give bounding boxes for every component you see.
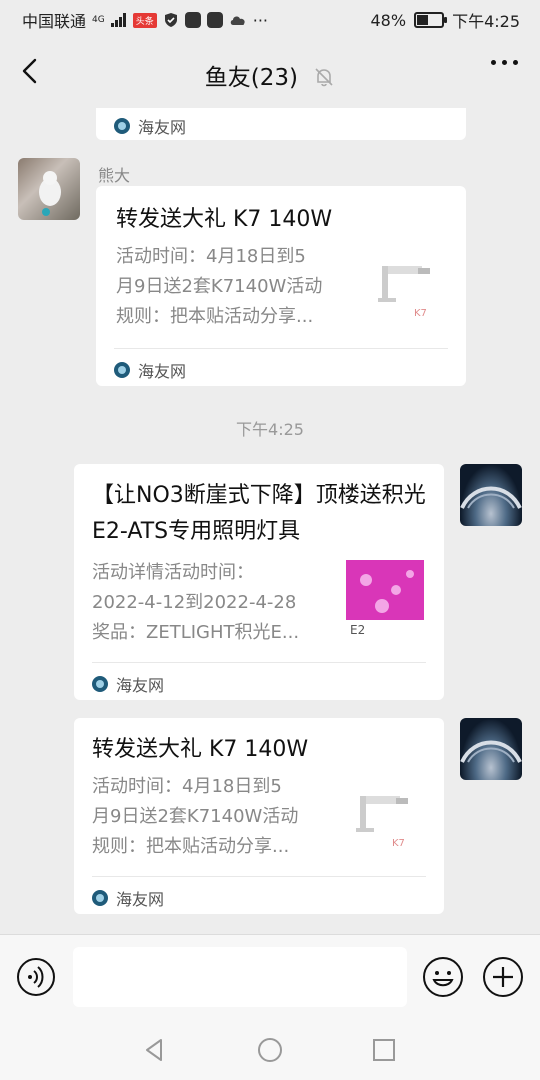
- network-type: 4G: [92, 14, 105, 25]
- nav-back-icon[interactable]: [140, 1036, 168, 1064]
- message-input[interactable]: [73, 947, 407, 1007]
- chat-screen: 中国联通 4G 头条 ··· 48% 下午4:25 鱼友(23) 海友网 熊大 …: [0, 0, 540, 1080]
- source-name: 海友网: [116, 676, 165, 695]
- card-source: 海友网: [92, 886, 164, 910]
- message-timestamp: 下午4:25: [236, 420, 304, 439]
- plus-circle-icon[interactable]: [482, 956, 524, 998]
- message-list[interactable]: 海友网 熊大 转发送大礼 K7 140W 活动时间：4月18日到5 月9日送2套…: [0, 108, 540, 934]
- shield-icon: [164, 13, 177, 27]
- lamp-thumbnail-image: K7: [352, 780, 430, 858]
- bell-off-icon: [315, 68, 333, 87]
- card-description: 活动详情活动时间： 2022-4-12到2022-4-28 奖品：ZETLIGH…: [92, 562, 300, 643]
- battery-percent: 48%: [370, 10, 407, 30]
- chat-header: 鱼友(23): [0, 36, 540, 108]
- source-logo-icon: [114, 118, 130, 134]
- lamp-thumbnail-image: K7: [374, 250, 452, 328]
- nav-home-icon[interactable]: [256, 1036, 284, 1064]
- card-source: 海友网: [92, 672, 164, 696]
- link-card[interactable]: 【让NO3断崖式下降】顶楼送积光E2-ATS专用照明灯具 活动详情活动时间： 2…: [74, 464, 444, 700]
- card-title: 【让NO3断崖式下降】顶楼送积光E2-ATS专用照明灯具: [92, 483, 426, 544]
- card-source: 海友网: [114, 358, 186, 382]
- carrier-name: 中国联通: [22, 12, 87, 31]
- source-logo-icon: [92, 676, 108, 692]
- chat-title: 鱼友(23): [204, 65, 298, 91]
- card-title: 转发送大礼 K7 140W: [116, 207, 333, 232]
- nav-recent-icon[interactable]: [370, 1036, 398, 1064]
- voice-icon[interactable]: [16, 957, 56, 997]
- card-source: 海友网: [114, 114, 186, 138]
- status-time: 下午4:25: [452, 12, 520, 31]
- bridge-avatar-image: [460, 740, 522, 763]
- status-bar: 中国联通 4G 头条 ··· 48% 下午4:25: [0, 0, 540, 36]
- svg-text:E2: E2: [350, 623, 365, 637]
- signal-icon: [110, 13, 126, 27]
- bridge-avatar-image: [460, 486, 522, 509]
- app-notification-icon: [184, 12, 201, 28]
- source-name: 海友网: [138, 118, 187, 137]
- source-logo-icon: [92, 890, 108, 906]
- source-logo-icon: [114, 362, 130, 378]
- status-right: 48% 下午4:25: [371, 8, 521, 32]
- card-title: 转发送大礼 K7 140W: [92, 737, 309, 762]
- card-divider: [92, 876, 426, 877]
- more-notifications: ···: [252, 10, 268, 30]
- system-nav-bar: [0, 1020, 540, 1080]
- sender-name: 熊大: [98, 166, 131, 185]
- link-card[interactable]: 转发送大礼 K7 140W 活动时间：4月18日到5 月9日送2套K7140W活…: [74, 718, 444, 914]
- avatar[interactable]: [460, 464, 522, 526]
- source-name: 海友网: [116, 890, 165, 909]
- svg-text:K7: K7: [392, 838, 405, 849]
- news-badge: 头条: [132, 12, 157, 28]
- card-divider: [92, 662, 426, 663]
- card-description: 活动时间：4月18日到5 月9日送2套K7140W活动 规则：把本贴活动分享..…: [116, 246, 323, 327]
- card-divider: [114, 348, 448, 349]
- link-card-partial[interactable]: 海友网: [96, 108, 466, 140]
- input-bar: [0, 934, 540, 1021]
- emoji-icon[interactable]: [422, 956, 464, 998]
- avatar[interactable]: [18, 158, 80, 220]
- more-dots-icon[interactable]: [491, 60, 518, 65]
- cloud-icon: [230, 16, 245, 25]
- source-name: 海友网: [138, 362, 187, 381]
- bear-avatar-image: [39, 171, 61, 216]
- status-left: 中国联通 4G 头条 ···: [22, 8, 268, 32]
- chat-title-wrap: 鱼友(23): [0, 58, 540, 92]
- card-description: 活动时间：4月18日到5 月9日送2套K7140W活动 规则：把本贴活动分享..…: [92, 776, 299, 857]
- tiktok-icon: [206, 12, 223, 28]
- avatar[interactable]: [460, 718, 522, 780]
- svg-text:K7: K7: [414, 308, 427, 319]
- link-card[interactable]: 转发送大礼 K7 140W 活动时间：4月18日到5 月9日送2套K7140W活…: [96, 186, 466, 386]
- lamp-thumbnail-image: E2: [346, 560, 424, 638]
- battery-icon: [414, 12, 448, 28]
